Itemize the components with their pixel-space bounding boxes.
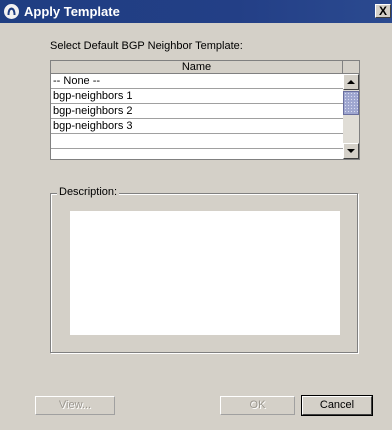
title-bar[interactable]: Apply Template X — [0, 0, 392, 23]
scroll-down-button[interactable] — [343, 143, 359, 159]
table-row[interactable] — [51, 134, 343, 149]
description-label: Description: — [57, 186, 120, 199]
scroll-thumb[interactable] — [343, 91, 359, 115]
table-scrollbar[interactable] — [343, 74, 359, 159]
app-logo-icon — [4, 4, 19, 19]
view-button[interactable]: View... — [35, 396, 115, 415]
template-prompt: Select Default BGP Neighbor Template: — [50, 40, 243, 52]
cancel-button[interactable]: Cancel — [301, 395, 373, 416]
template-table[interactable]: Name -- None -- bgp-neighbors 1 bgp-neig… — [50, 60, 360, 160]
arrow-down-icon — [344, 144, 358, 158]
scroll-up-button[interactable] — [343, 74, 359, 90]
apply-template-dialog: Apply Template X Select Default BGP Neig… — [0, 0, 392, 430]
table-row[interactable]: -- None -- — [51, 74, 343, 89]
close-button[interactable]: X — [375, 4, 391, 18]
table-row[interactable]: bgp-neighbors 2 — [51, 104, 343, 119]
ok-button[interactable]: OK — [220, 396, 295, 415]
table-row[interactable]: bgp-neighbors 3 — [51, 119, 343, 134]
table-row[interactable]: bgp-neighbors 1 — [51, 89, 343, 104]
header-corner — [343, 61, 359, 74]
column-header-name[interactable]: Name — [51, 61, 343, 74]
dialog-title: Apply Template — [24, 4, 120, 19]
arrow-up-icon — [344, 75, 358, 89]
table-rows: -- None -- bgp-neighbors 1 bgp-neighbors… — [51, 74, 343, 149]
description-text-area — [70, 211, 340, 335]
